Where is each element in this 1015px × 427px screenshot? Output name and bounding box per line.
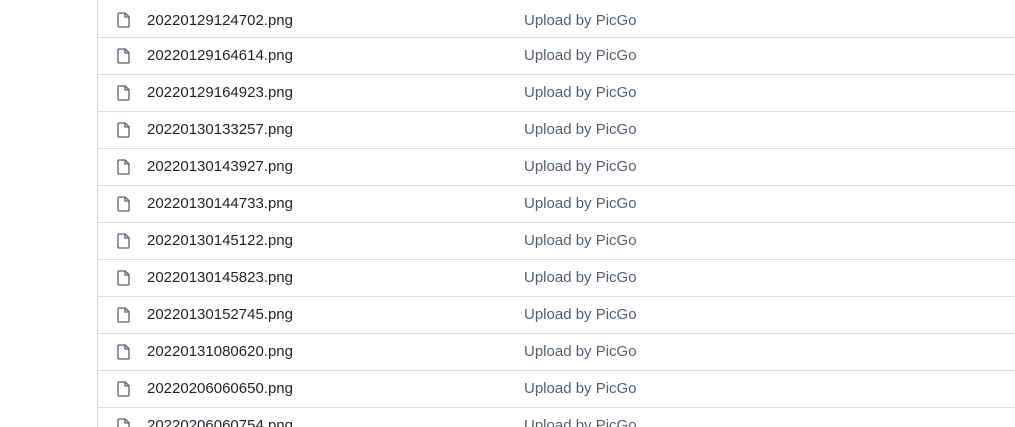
commit-message-link[interactable]: Upload by PicGo — [524, 417, 637, 427]
table-row[interactable]: 20220129164923.png Upload by PicGo — [98, 75, 1015, 112]
table-row[interactable]: 20220129164614.png Upload by PicGo — [98, 38, 1015, 75]
file-name-link[interactable]: 20220206060650.png — [147, 380, 293, 398]
file-icon — [117, 48, 131, 64]
file-name-link[interactable]: 20220130144733.png — [147, 195, 293, 213]
file-icon — [117, 418, 131, 427]
file-icon — [117, 381, 131, 397]
file-icon — [117, 12, 131, 28]
file-icon — [117, 344, 131, 360]
file-name-link[interactable]: 20220206060754.png — [147, 417, 293, 427]
commit-message-link[interactable]: Upload by PicGo — [524, 232, 637, 250]
table-row[interactable]: 20220206060650.png Upload by PicGo — [98, 371, 1015, 408]
file-icon — [117, 270, 131, 286]
repository-file-browser: 20220129124702.png Upload by PicGo 20220… — [0, 0, 1015, 427]
commit-message-link[interactable]: Upload by PicGo — [524, 121, 637, 139]
file-name-link[interactable]: 20220129124702.png — [147, 12, 293, 30]
commit-message-link[interactable]: Upload by PicGo — [524, 47, 637, 65]
table-row[interactable]: 20220130145823.png Upload by PicGo — [98, 260, 1015, 297]
commit-message-link[interactable]: Upload by PicGo — [524, 158, 637, 176]
commit-message-link[interactable]: Upload by PicGo — [524, 12, 637, 30]
table-row[interactable]: 20220206060754.png Upload by PicGo — [98, 408, 1015, 427]
file-list: 20220129124702.png Upload by PicGo 20220… — [97, 0, 1015, 427]
commit-message-link[interactable]: Upload by PicGo — [524, 343, 637, 361]
file-name-link[interactable]: 20220130145122.png — [147, 232, 293, 250]
file-name-link[interactable]: 20220129164923.png — [147, 84, 293, 102]
commit-message-link[interactable]: Upload by PicGo — [524, 306, 637, 324]
commit-message-link[interactable]: Upload by PicGo — [524, 269, 637, 287]
file-name-link[interactable]: 20220129164614.png — [147, 47, 293, 65]
file-icon — [117, 233, 131, 249]
file-icon — [117, 85, 131, 101]
file-icon — [117, 196, 131, 212]
table-row[interactable]: 20220130152745.png Upload by PicGo — [98, 297, 1015, 334]
file-name-link[interactable]: 20220130152745.png — [147, 306, 293, 324]
file-icon — [117, 307, 131, 323]
file-name-link[interactable]: 20220130145823.png — [147, 269, 293, 287]
file-icon — [117, 122, 131, 138]
table-row[interactable]: 20220129124702.png Upload by PicGo — [98, 0, 1015, 38]
table-row[interactable]: 20220130145122.png Upload by PicGo — [98, 223, 1015, 260]
commit-message-link[interactable]: Upload by PicGo — [524, 380, 637, 398]
file-name-link[interactable]: 20220130143927.png — [147, 158, 293, 176]
file-name-link[interactable]: 20220130133257.png — [147, 121, 293, 139]
commit-message-link[interactable]: Upload by PicGo — [524, 84, 637, 102]
file-name-link[interactable]: 20220131080620.png — [147, 343, 293, 361]
file-icon — [117, 159, 131, 175]
table-row[interactable]: 20220130133257.png Upload by PicGo — [98, 112, 1015, 149]
table-row[interactable]: 20220131080620.png Upload by PicGo — [98, 334, 1015, 371]
table-row[interactable]: 20220130143927.png Upload by PicGo — [98, 149, 1015, 186]
table-row[interactable]: 20220130144733.png Upload by PicGo — [98, 186, 1015, 223]
commit-message-link[interactable]: Upload by PicGo — [524, 195, 637, 213]
